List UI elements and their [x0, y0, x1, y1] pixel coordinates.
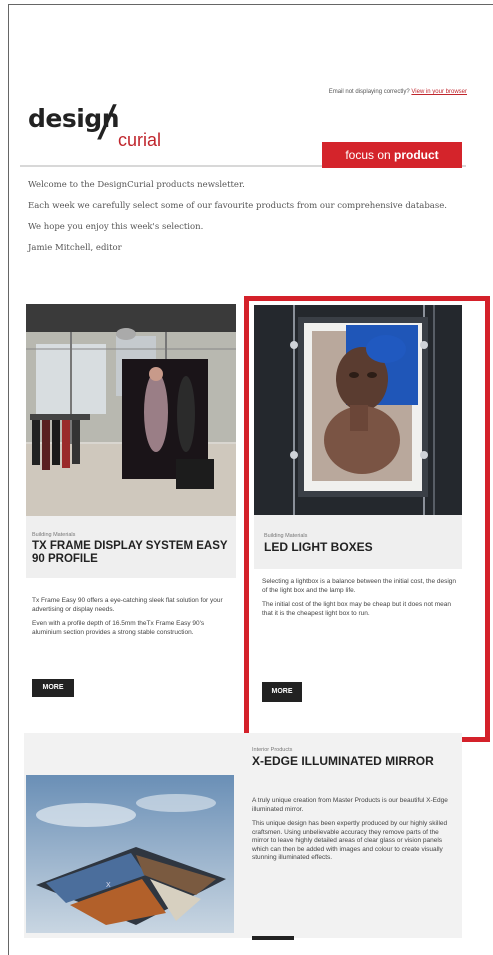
tx-frame-para-2: Even with a profile depth of 16.5mm theT… — [32, 620, 205, 636]
intro-text: Welcome to the DesignCurial products new… — [28, 180, 448, 264]
x-edge-category: Interior Products — [252, 747, 293, 753]
focus-tab-prefix: focus on — [345, 148, 395, 162]
logo-curial-text: curial — [118, 130, 162, 150]
tx-frame-category: Building Materials — [32, 532, 76, 538]
designcurial-logo[interactable]: design / curial — [28, 97, 178, 160]
svg-text:X: X — [106, 882, 111, 889]
tx-frame-more-button[interactable]: MORE — [32, 679, 74, 697]
x-edge-para-1: A truly unique creation from Master Prod… — [252, 797, 448, 813]
intro-signature: Jamie Mitchell, editor — [28, 243, 122, 253]
email-note-text: Email not displaying correctly? — [328, 89, 410, 95]
tx-frame-title[interactable]: TX FRAME DISPLAY SYSTEM EASY 90 PROFILE — [32, 540, 232, 566]
email-display-note: Email not displaying correctly? View in … — [329, 89, 467, 95]
intro-welcome: Welcome to the DesignCurial products new… — [28, 180, 245, 190]
led-light-box-image[interactable] — [254, 305, 462, 515]
x-edge-description: A truly unique creation from Master Prod… — [252, 797, 452, 869]
product-card-led-light-boxes: Building Materials LED LIGHT BOXES Selec… — [252, 303, 462, 723]
x-edge-title[interactable]: X-EDGE ILLUMINATED MIRROR — [252, 755, 452, 768]
product-card-tx-frame: Building Materials TX FRAME DISPLAY SYST… — [24, 300, 237, 710]
intro-selection: Each week we carefully select some of ou… — [28, 201, 447, 211]
x-edge-mirror-image[interactable]: X — [26, 775, 234, 933]
led-para-1: Selecting a lightbox is a balance betwee… — [262, 578, 457, 594]
led-category: Building Materials — [264, 533, 308, 539]
intro-hope: We hope you enjoy this week's selection. — [28, 222, 204, 232]
view-in-browser-link[interactable]: View in your browser — [411, 89, 467, 95]
product-card-x-edge-mirror: X Interior Products X-EDGE ILLUMINATED M… — [24, 733, 462, 940]
led-para-2: The initial cost of the light box may be… — [262, 601, 451, 617]
x-edge-para-2: This unique design has been expertly pro… — [252, 820, 448, 861]
led-more-button[interactable]: MORE — [262, 682, 302, 702]
x-edge-more-button[interactable] — [252, 936, 294, 940]
led-description: Selecting a lightbox is a balance betwee… — [262, 578, 458, 624]
tx-frame-description: Tx Frame Easy 90 offers a eye-catching s… — [32, 597, 228, 643]
focus-tab-bold: product — [394, 148, 439, 162]
tx-frame-product-image[interactable] — [26, 304, 236, 516]
focus-on-product-tab: focus on product — [322, 142, 462, 168]
led-title[interactable]: LED LIGHT BOXES — [264, 541, 460, 554]
tx-frame-para-1: Tx Frame Easy 90 offers a eye-catching s… — [32, 597, 223, 613]
